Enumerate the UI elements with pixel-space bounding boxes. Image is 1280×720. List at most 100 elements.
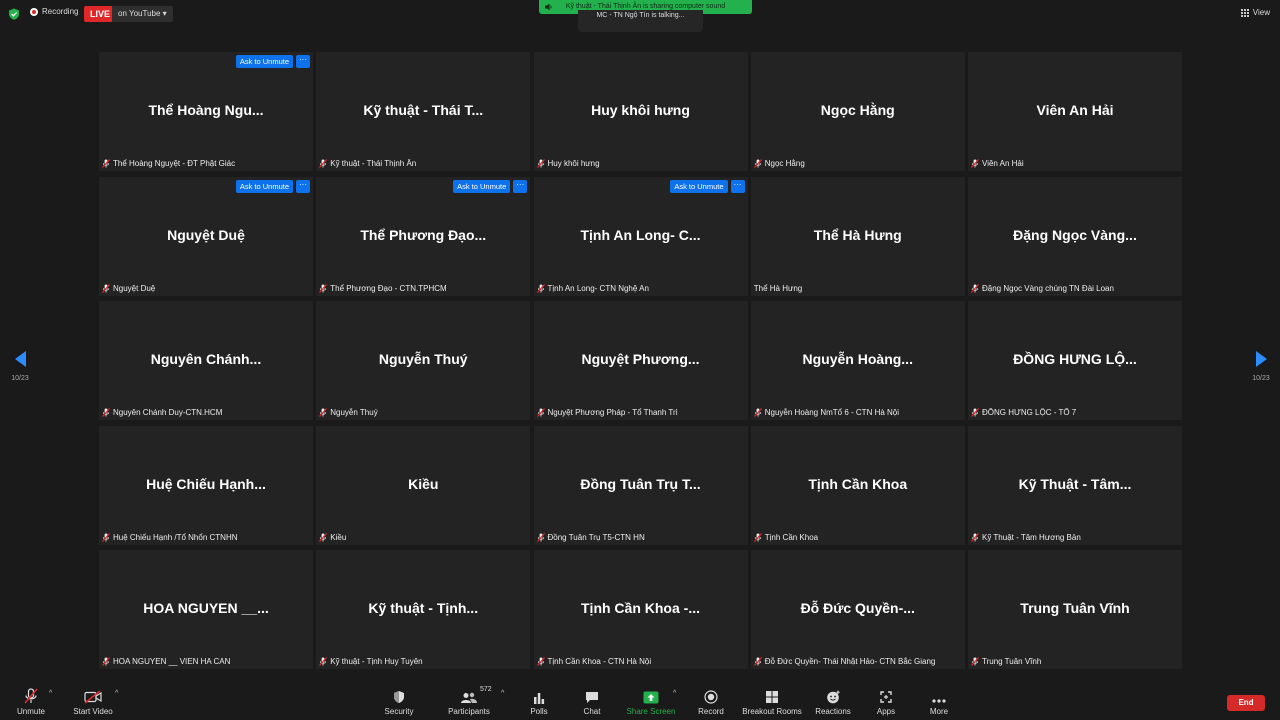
record-button[interactable]: Record <box>694 684 728 720</box>
previous-page-button[interactable]: 10/23 <box>10 351 30 382</box>
more-dots-icon <box>932 699 946 703</box>
participant-tile[interactable]: Nguyễn Thuý Nguyễn Thuý <box>316 301 531 420</box>
participant-tile[interactable]: Kỹ Thuật - Tâm... Kỹ Thuật - Tâm Hương Bả… <box>968 425 1182 545</box>
participant-tile[interactable]: Nguyệt Duệ Nguyệt Duệ Ask to Unmute ··· <box>99 176 313 296</box>
next-page-button[interactable]: 10/23 <box>1251 351 1271 382</box>
participant-tile[interactable]: Thể Hoàng Ngu... Thể Hoàng Nguyệt - ĐT Ph… <box>99 52 313 171</box>
chat-button[interactable]: Chat <box>578 684 606 720</box>
participant-full-name: Nguyệt Phương Pháp - Tổ Thanh Trì <box>547 408 678 417</box>
participant-tile[interactable]: Tịnh An Long- C... Tịnh An Long- CTN Nghệ… <box>533 176 748 296</box>
chevron-down-icon: ▾ <box>162 9 167 18</box>
participant-name-tag: Đặng Ngọc Vàng chúng TN Đài Loan <box>971 284 1114 293</box>
tile-more-options-button[interactable]: ··· <box>730 179 745 193</box>
reactions-button[interactable]: Reactions <box>814 684 852 720</box>
muted-mic-icon <box>319 159 328 168</box>
more-button[interactable]: More <box>925 684 953 720</box>
participant-tile[interactable]: Thể Hà Hưng Thể Hà Hưng <box>750 176 965 296</box>
ask-to-unmute-button[interactable]: Ask to Unmute <box>670 179 728 193</box>
share-screen-button[interactable]: Share Screen <box>626 684 676 720</box>
participant-display-name: HOA NGUYEN __... <box>143 600 269 616</box>
participant-tile[interactable]: Thể Phương Đạo... Thể Phương Đạo - CTN.TP… <box>316 176 531 296</box>
muted-mic-icon <box>971 408 979 417</box>
encryption-shield-icon[interactable] <box>8 8 20 20</box>
share-caret-icon[interactable]: ^ <box>673 690 676 697</box>
participant-full-name: Đặng Ngọc Vàng chúng TN Đài Loan <box>982 283 1114 293</box>
tile-more-options-button[interactable]: ··· <box>296 55 310 68</box>
participant-tile[interactable]: Nguyễn Hoàng... Nguyễn Hoàng NmTổ 6 - CTN… <box>750 301 965 420</box>
muted-mic-icon <box>102 283 110 293</box>
participant-tile[interactable]: Kiều Kiều <box>316 425 531 545</box>
participant-name-tag: Kiều <box>319 533 346 542</box>
more-label: More <box>929 707 949 716</box>
participant-tile[interactable]: Nguyệt Phương... Nguyệt Phương Pháp - Tổ … <box>533 301 748 420</box>
muted-mic-icon <box>753 532 762 542</box>
polls-button[interactable]: Polls <box>525 684 553 720</box>
participant-name-tag: Huệ Chiếu Hạnh /Tổ Nhổn CTNHN <box>102 533 238 542</box>
participant-tile[interactable]: Nguyên Chánh... Nguyên Chánh Duy-CTN.HCM <box>99 301 313 420</box>
stream-target-dropdown[interactable]: on YouTube ▾ <box>112 6 173 22</box>
muted-mic-icon <box>971 159 979 168</box>
participant-name-tag: Ngọc Hằng <box>753 159 805 168</box>
participant-full-name: Nguyên Chánh Duy-CTN.HCM <box>113 408 223 417</box>
participant-tile[interactable]: Kỹ thuật - Tịnh... Kỹ thuật - Tịnh Huy Tu… <box>316 550 531 669</box>
participant-tile[interactable]: Tịnh Cần Khoa -... Tịnh Cần Khoa - CTN Hà… <box>533 550 748 669</box>
participant-full-name: Thể Hoàng Nguyệt - ĐT Phật Giác <box>113 159 236 168</box>
apps-button[interactable]: Apps <box>872 684 900 720</box>
ask-to-unmute-button[interactable]: Ask to Unmute <box>235 55 293 68</box>
participant-tile[interactable]: Đồng Tuân Trụ T... Đồng Tuân Trụ T5-CTN H… <box>533 425 748 545</box>
participant-name-tag: Nguyên Chánh Duy-CTN.HCM <box>102 408 222 417</box>
participant-name-tag: Thể Hà Hưng <box>754 284 803 293</box>
participant-name-tag: Nguyễn Hoàng NmTổ 6 - CTN Hà Nội <box>753 408 899 417</box>
participant-display-name: Tịnh An Long- C... <box>580 226 701 243</box>
participant-full-name: Nguyễn Thuý <box>330 408 378 417</box>
participant-display-name: Nguyệt Duệ <box>167 226 245 243</box>
participant-full-name: Huy khôi hưng <box>547 159 600 168</box>
participant-full-name: Thể Phương Đạo - CTN.TPHCM <box>330 283 447 293</box>
participant-full-name: Kỹ thuật - Tịnh Huy Tuyên <box>330 657 423 666</box>
breakout-rooms-button[interactable]: Breakout Rooms <box>742 684 802 720</box>
muted-mic-icon <box>319 283 328 293</box>
muted-mic-icon <box>536 408 545 417</box>
muted-mic-icon <box>753 159 762 168</box>
view-label: View <box>1252 8 1270 17</box>
start-video-button[interactable]: Start Video <box>68 684 118 720</box>
apps-label: Apps <box>876 707 896 716</box>
participant-tile[interactable]: ĐỒNG HƯNG LỘ... ĐỒNG HƯNG LỘC - TỔ 7 <box>968 301 1182 420</box>
participant-tile[interactable]: Trung Tuân Vĩnh Trung Tuân Vĩnh <box>968 550 1182 669</box>
participant-tile[interactable]: HOA NGUYEN __... HOA NGUYEN __ VIEN HA CA… <box>99 550 313 669</box>
muted-mic-icon <box>102 159 110 168</box>
participant-tile[interactable]: Đỗ Đức Quyền-... Đỗ Đức Quyền- Thái Nhật … <box>750 550 965 669</box>
participant-tile[interactable]: Kỹ thuật - Thái T... Kỹ thuật - Thái Thịn… <box>316 52 531 171</box>
participant-display-name: Kỹ thuật - Tịnh... <box>368 600 479 616</box>
ask-to-unmute-button[interactable]: Ask to Unmute <box>235 179 293 193</box>
unmute-button[interactable]: Unmute <box>14 684 48 720</box>
chat-label: Chat <box>583 707 601 716</box>
participant-full-name: Tịnh Cần Khoa - CTN Hà Nội <box>547 657 652 666</box>
participant-tile[interactable]: Ngọc Hằng Ngọc Hằng <box>750 52 965 171</box>
audio-options-caret-icon[interactable]: ^ <box>49 690 52 697</box>
end-meeting-button[interactable]: End <box>1227 695 1265 711</box>
participant-tile[interactable]: Đặng Ngọc Vàng... Đặng Ngọc Vàng chúng TN… <box>968 176 1182 296</box>
participant-tile[interactable]: Huệ Chiếu Hạnh... Huệ Chiếu Hạnh /Tổ Nhổn… <box>99 425 313 545</box>
ask-to-unmute-button[interactable]: Ask to Unmute <box>453 179 511 193</box>
participant-tile[interactable]: Huy khôi hưng Huy khôi hưng <box>533 52 748 171</box>
participant-display-name: Nguyễn Hoàng... <box>802 351 913 367</box>
reactions-icon <box>826 690 840 704</box>
muted-mic-icon <box>536 159 545 168</box>
recording-indicator[interactable]: Recording <box>30 7 78 16</box>
muted-mic-icon <box>319 657 328 666</box>
view-button[interactable]: View <box>1240 8 1270 17</box>
muted-mic-icon <box>971 532 979 542</box>
record-dot-icon <box>30 7 38 16</box>
participant-name-tag: Viên An Hải <box>971 159 1024 168</box>
chat-icon <box>586 692 598 703</box>
participant-name-tag: Thể Phương Đạo - CTN.TPHCM <box>319 283 447 293</box>
tile-more-options-button[interactable]: ··· <box>296 179 310 193</box>
video-options-caret-icon[interactable]: ^ <box>115 690 118 697</box>
participants-caret-icon[interactable]: ^ <box>501 690 504 697</box>
participant-tile[interactable]: Viên An Hải Viên An Hải <box>968 52 1182 171</box>
participant-tile[interactable]: Tịnh Cần Khoa Tịnh Cần Khoa <box>750 425 965 545</box>
tile-more-options-button[interactable]: ··· <box>513 179 528 193</box>
security-button[interactable]: Security <box>380 684 418 720</box>
muted-mic-icon <box>319 532 328 542</box>
